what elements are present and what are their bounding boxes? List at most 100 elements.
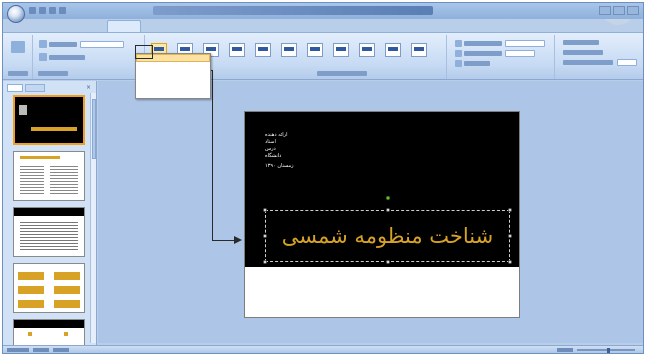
thumb-box-6 (54, 300, 80, 308)
close-button[interactable] (627, 6, 639, 15)
dropdown-option-4[interactable] (136, 78, 210, 86)
transition-preview-6[interactable] (281, 43, 297, 57)
thumb-box-4 (54, 286, 80, 294)
transition-preview-10[interactable] (385, 43, 401, 57)
transition-options-group (451, 35, 555, 79)
maximize-button[interactable] (613, 6, 625, 15)
tab-review[interactable] (177, 20, 199, 32)
quick-access-toolbar (29, 7, 66, 14)
info-line-presenter: ارائه دهنده (265, 132, 288, 138)
slide-editing-area: ارائه دهنده استاد درس دانشگاه زمستان ۱۳۹… (98, 81, 643, 343)
info-line-teacher: استاد (265, 139, 276, 145)
status-bar (3, 345, 643, 353)
window-title (153, 6, 433, 15)
animations-group (35, 35, 145, 79)
window-controls (599, 6, 639, 15)
tab-home[interactable] (33, 20, 55, 32)
tab-design[interactable] (81, 20, 105, 32)
slide-thumbnail-5[interactable] (13, 319, 85, 347)
slide-thumbnail-2[interactable] (13, 151, 85, 201)
resize-handle-s[interactable] (386, 260, 390, 264)
undo-icon[interactable] (39, 7, 46, 14)
resize-handle-n[interactable] (386, 208, 390, 212)
custom-animation-icon[interactable] (39, 53, 47, 61)
transition-preview-8[interactable] (333, 43, 349, 57)
info-line-course: درس (265, 146, 276, 152)
slide-thumbnail-1[interactable] (13, 95, 85, 145)
office-button[interactable] (7, 5, 25, 23)
apply-to-all-icon[interactable] (455, 60, 462, 67)
current-slide[interactable]: ارائه دهنده استاد درس دانشگاه زمستان ۱۳۹… (244, 111, 520, 318)
thumb-box-1 (18, 272, 44, 280)
zoom-view-buttons[interactable] (557, 348, 573, 352)
transition-sound-dropdown[interactable] (505, 40, 545, 47)
resize-handle-e[interactable] (508, 234, 512, 238)
dropdown-option-3[interactable] (136, 70, 210, 78)
powerpoint-window: × ارائه دهنده استاد درس دانشگاه زمستان ۱… (2, 2, 644, 354)
slide-dark-band: ارائه دهنده استاد درس دانشگاه زمستان ۱۳۹… (245, 112, 519, 267)
slides-pane-scrollbar[interactable] (90, 93, 96, 343)
ribbon-tabs (33, 20, 245, 32)
resize-handle-ne[interactable] (508, 208, 512, 212)
save-icon[interactable] (29, 7, 36, 14)
transition-speed-dropdown[interactable] (505, 50, 535, 57)
transition-preview-11[interactable] (411, 43, 427, 57)
transition-sound-icon (455, 40, 462, 47)
automatically-after-checkbox[interactable] (563, 60, 613, 65)
callout-highlight-box (135, 45, 153, 59)
zoom-slider-track[interactable] (577, 348, 635, 353)
resize-handle-w[interactable] (263, 234, 267, 238)
transition-preview-7[interactable] (307, 43, 323, 57)
on-mouse-click-checkbox[interactable] (563, 50, 603, 55)
tab-slides[interactable] (7, 84, 23, 92)
tab-insert[interactable] (57, 20, 79, 32)
transition-preview-4[interactable] (229, 43, 245, 57)
pane-tabs (7, 84, 45, 92)
preview-icon[interactable] (11, 41, 25, 53)
status-theme-name (33, 348, 49, 352)
resize-handle-nw[interactable] (263, 208, 267, 212)
tab-slide-show[interactable] (143, 20, 175, 32)
slide-thumbnail-4[interactable] (13, 263, 85, 313)
zoom-slider-knob[interactable] (607, 348, 611, 353)
redo-icon[interactable] (49, 7, 56, 14)
apply-to-all-label (464, 61, 490, 66)
slide-thumbnail-3[interactable] (13, 207, 85, 257)
transition-speed-label (464, 51, 502, 56)
tab-animations[interactable] (107, 20, 141, 32)
tab-outline[interactable] (25, 84, 45, 92)
advance-time-input[interactable] (617, 59, 637, 66)
rotation-handle[interactable] (386, 196, 390, 200)
animate-dropdown[interactable] (80, 41, 124, 48)
advance-slide-group (559, 35, 643, 79)
transition-sound-label (464, 41, 502, 46)
resize-handle-se[interactable] (508, 260, 512, 264)
dropdown-option-5[interactable] (136, 86, 210, 94)
animate-icon (39, 40, 47, 48)
resize-handle-sw[interactable] (263, 260, 267, 264)
thumb-box-2 (54, 272, 80, 280)
info-line-university: دانشگاه (265, 153, 282, 159)
animations-group-label (38, 71, 68, 76)
callout-arrow-horizontal-bottom (212, 240, 236, 241)
thumb-text-lines (20, 164, 44, 194)
transition-preview-5[interactable] (255, 43, 271, 57)
transition-preview-9[interactable] (359, 43, 375, 57)
scrollbar-thumb[interactable] (92, 99, 96, 159)
advance-slide-label (563, 40, 599, 45)
minimize-button[interactable] (599, 6, 611, 15)
animate-label (49, 42, 77, 47)
tab-format[interactable] (223, 20, 245, 32)
thumb-header-band-5 (14, 320, 84, 328)
custom-animation-label (49, 55, 85, 60)
qat-customize-icon[interactable] (59, 7, 66, 14)
slide-title[interactable]: شناخت منظومه شمسی (266, 211, 509, 261)
preview-group-label (8, 71, 28, 76)
info-line-date: زمستان ۱۳۹۰ (265, 163, 294, 169)
tab-view[interactable] (201, 20, 221, 32)
thumb-title-bar (31, 127, 77, 131)
slide-title-placeholder[interactable]: شناخت منظومه شمسی (263, 196, 512, 264)
pane-close-icon[interactable]: × (86, 85, 92, 91)
status-slide-count (7, 348, 29, 352)
dropdown-option-2[interactable] (136, 62, 210, 70)
